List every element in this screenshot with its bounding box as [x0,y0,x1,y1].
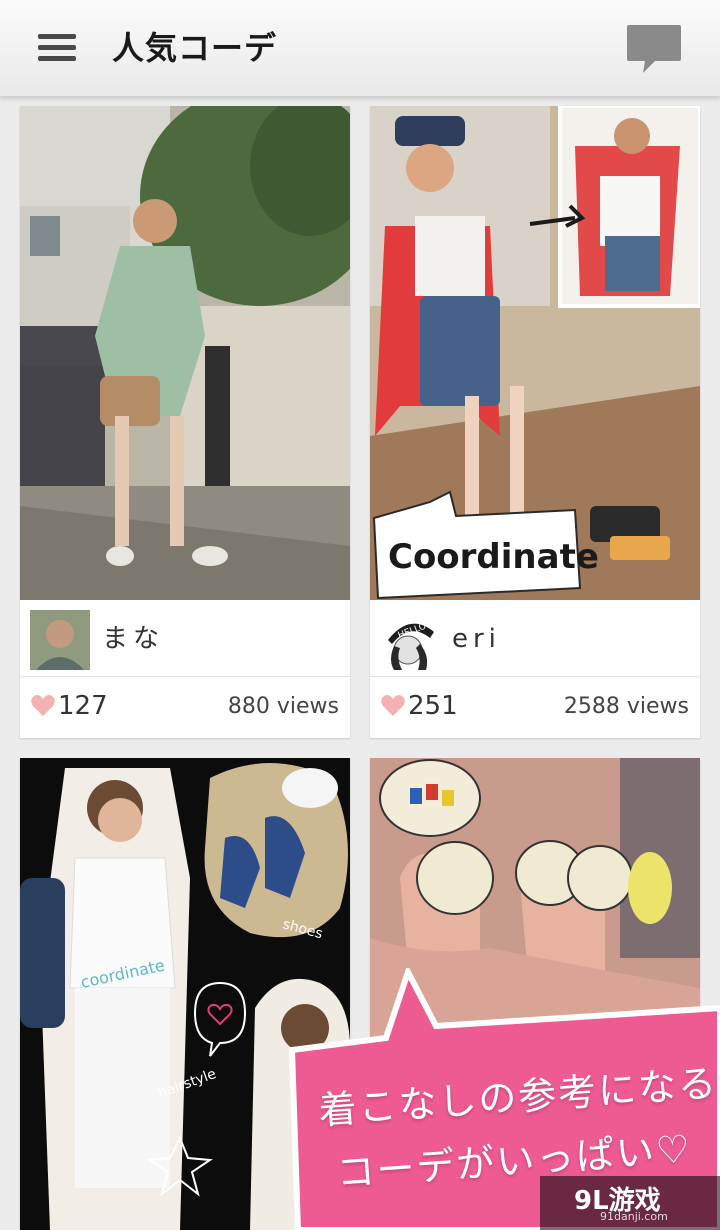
heart-icon[interactable] [30,694,56,718]
view-count: 880 views [227,694,339,719]
card-user-row[interactable]: まな [20,600,350,677]
like-count: 251 [408,691,458,721]
card-stats-row: 251 2588 views [370,676,700,738]
user-avatar[interactable] [30,610,90,670]
like-count: 127 [58,691,108,721]
card-stats-row: 127 880 views [20,676,350,738]
app-bar: 人気コーデ [0,0,720,97]
coordinate-card[interactable]: まな 127 880 views [20,106,350,738]
view-count: 2588 views [563,694,689,719]
photo-badge-text: Coordinate [388,537,599,577]
heart-icon[interactable] [380,694,406,718]
coordinate-card[interactable]: Coordinate HELLO eri 251 2588 views [370,106,700,738]
page-title: 人気コーデ [112,29,278,67]
menu-icon[interactable] [38,34,76,62]
card-user-row[interactable]: HELLO eri [370,600,700,677]
username: まな [102,624,165,654]
speech-bubble-icon[interactable] [625,22,683,76]
watermark: 9L游戏 91danji.com [540,1176,720,1230]
username: eri [452,624,501,654]
user-avatar[interactable]: HELLO [380,610,440,670]
card-photo[interactable] [20,106,350,600]
watermark-url: 91danji.com [600,1210,668,1223]
card-photo[interactable]: Coordinate [370,106,700,600]
